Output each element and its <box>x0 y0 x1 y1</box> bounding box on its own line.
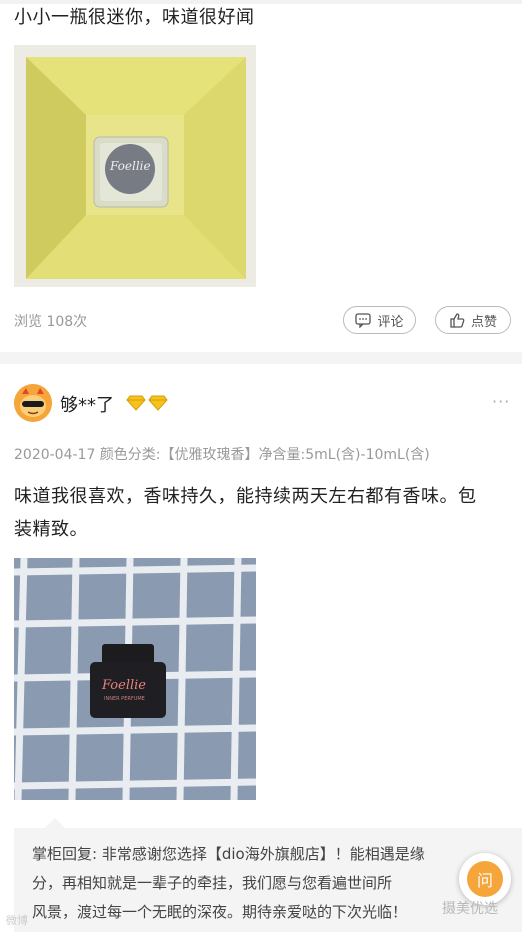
reply-line-1: 掌柜回复: 非常感谢您选择【dio海外旗舰店】！能相遇是缘 <box>32 845 425 863</box>
review-text-line-2: 装精致。 <box>14 519 88 540</box>
more-options-icon[interactable]: ··· <box>492 392 510 411</box>
review-text-line-1: 味道我很喜欢，香味持久，能持续两天左右都有香味。包 <box>14 486 477 507</box>
review-photo-bottle[interactable]: Foellie INNER PERFUME <box>14 558 256 800</box>
comment-button[interactable]: 评论 <box>343 306 416 334</box>
reply-line-2: 分，再相知就是一辈子的牵挂，我们愿与您看遍世间所 <box>32 874 393 892</box>
watermark-right: 摄美优选 <box>442 901 498 917</box>
comment-label: 评论 <box>377 314 404 330</box>
section-divider <box>0 352 522 364</box>
like-label: 点赞 <box>470 314 497 330</box>
diamond-icon <box>126 395 146 411</box>
review-photo-box[interactable]: Foellie <box>14 45 256 287</box>
thumbs-up-icon <box>450 313 465 328</box>
watermark-left: 微博 <box>6 914 28 927</box>
comment-icon <box>355 312 372 328</box>
like-button[interactable]: 点赞 <box>435 306 511 334</box>
review-text: 小小一瓶很迷你，味道很好闻 <box>14 7 255 28</box>
bottle-brand-label: Foellie <box>110 159 151 173</box>
reply-line-3: 风景，渡过每一个无眠的深夜。期待亲爱哒的下次光临！ <box>32 903 408 921</box>
ask-button-label: 问 <box>467 861 503 897</box>
bottle-sub-label: INNER PERFUME <box>104 696 145 702</box>
avatar[interactable] <box>14 384 52 422</box>
view-count: 浏览 108次 <box>14 314 88 330</box>
member-level-badges <box>126 395 168 411</box>
diamond-icon <box>148 395 168 411</box>
username: 够**了 <box>60 395 114 416</box>
review-meta: 2020-04-17 颜色分类:【优雅玫瑰香】净含量:5mL(含)-10mL(含… <box>14 447 430 463</box>
bottle-brand-label: Foellie <box>102 678 146 693</box>
